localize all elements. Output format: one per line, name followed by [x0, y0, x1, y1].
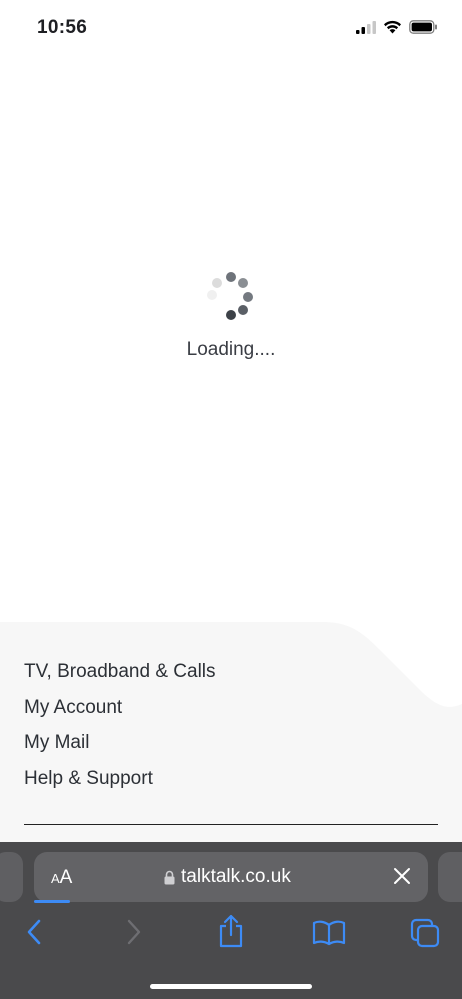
url-text: talktalk.co.uk	[181, 866, 291, 887]
text-size-button[interactable]: AA	[51, 867, 72, 889]
home-indicator[interactable]	[150, 984, 312, 989]
url-display[interactable]: talktalk.co.uk	[164, 866, 291, 888]
footer-link-my-mail[interactable]: My Mail	[24, 725, 216, 761]
status-bar: 10:56	[0, 0, 462, 58]
bookmarks-icon[interactable]	[312, 920, 346, 946]
status-icons	[356, 20, 438, 34]
footer-divider	[24, 824, 438, 825]
site-footer: TV, Broadband & Calls My Account My Mail…	[0, 622, 462, 844]
share-icon[interactable]	[216, 914, 246, 948]
page-load-progress	[34, 900, 70, 903]
battery-icon	[409, 20, 437, 34]
previous-tab-preview[interactable]	[0, 852, 23, 902]
address-bar[interactable]: AA talktalk.co.uk	[34, 852, 428, 903]
loading-text: Loading....	[186, 339, 276, 360]
browser-bottom-bar: AA talktalk.co.uk	[0, 842, 462, 999]
footer-link-my-account[interactable]: My Account	[24, 690, 216, 726]
forward-icon[interactable]	[124, 918, 144, 946]
loading-indicator	[0, 270, 462, 330]
spinner-icon	[201, 270, 261, 330]
status-time: 10:56	[37, 17, 88, 38]
footer-link-tv-broadband-calls[interactable]: TV, Broadband & Calls	[24, 654, 216, 690]
wifi-icon	[384, 20, 401, 34]
close-icon[interactable]	[392, 866, 412, 886]
next-tab-preview[interactable]	[438, 852, 462, 902]
lock-icon	[164, 870, 175, 884]
tabs-icon[interactable]	[410, 918, 440, 948]
signal-icon	[356, 20, 376, 34]
footer-links: TV, Broadband & Calls My Account My Mail…	[24, 654, 216, 796]
back-icon[interactable]	[24, 918, 44, 946]
footer-link-help-support[interactable]: Help & Support	[24, 761, 216, 797]
